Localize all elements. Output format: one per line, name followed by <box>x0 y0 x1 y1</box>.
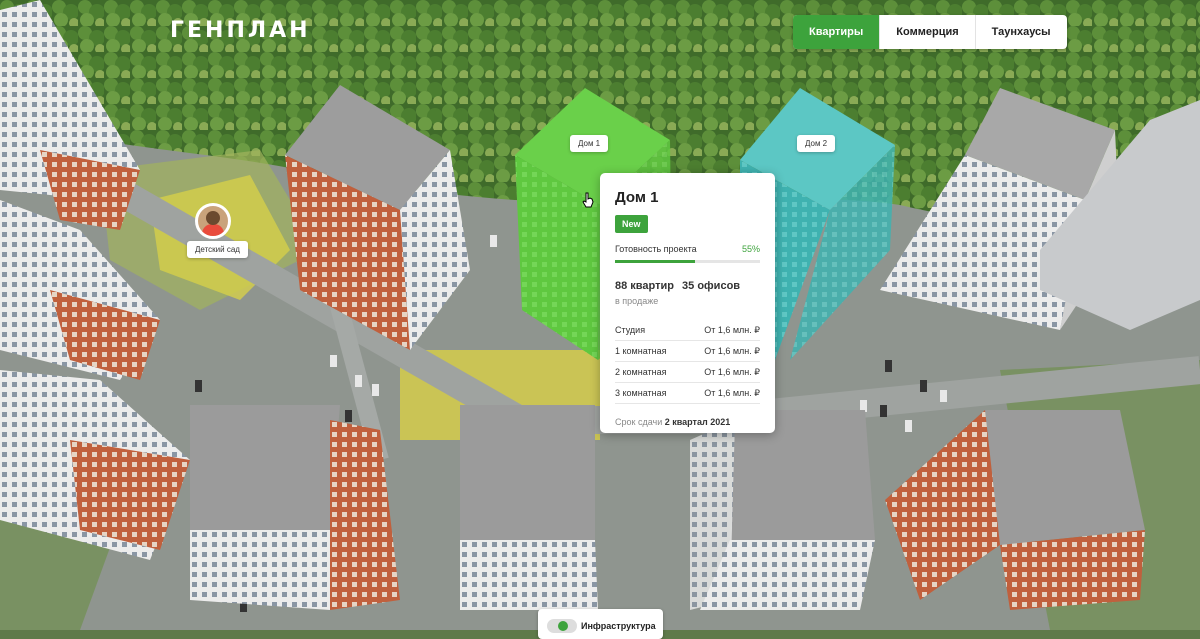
on-sale-label: в продаже <box>615 296 659 306</box>
completion-date: Срок сдачи 2 квартал 2021 <box>615 417 760 427</box>
category-tabs: Квартиры Коммерция Таунхаусы <box>793 15 1067 49</box>
marker-house-2[interactable]: Дом 2 <box>797 135 836 152</box>
apartment-type: 3 комнатная <box>615 388 667 398</box>
price-row[interactable]: 1 комнатная От 1,6 млн. ₽ <box>615 341 760 362</box>
readiness-label: Готовность проекта <box>615 244 697 254</box>
price-row[interactable]: Студия От 1,6 млн. ₽ <box>615 320 760 341</box>
infrastructure-toggle[interactable]: Инфраструктура <box>538 609 663 639</box>
logo[interactable]: ГЕНПЛАН <box>170 18 311 43</box>
completion-value: 2 квартал 2021 <box>664 417 731 427</box>
apartment-price: От 1,6 млн. ₽ <box>704 325 760 335</box>
kindergarten-avatar-icon[interactable] <box>195 203 231 239</box>
readiness-progress-fill <box>615 260 695 263</box>
apartments-count: 88 квартир <box>615 280 674 292</box>
apartment-price: От 1,6 млн. ₽ <box>704 346 760 356</box>
price-row[interactable]: 2 комнатная От 1,6 млн. ₽ <box>615 362 760 383</box>
new-badge: New <box>615 215 648 233</box>
card-title: Дом 1 <box>615 189 659 206</box>
readiness-row: Готовность проекта 55% <box>615 244 760 254</box>
readiness-value: 55% <box>741 244 760 254</box>
apartment-type: 2 комнатная <box>615 367 667 377</box>
apartment-type: 1 комнатная <box>615 346 667 356</box>
house-info-card: Дом 1 New Готовность проекта 55% 88 квар… <box>600 173 775 433</box>
apartment-type: Студия <box>615 325 646 335</box>
hand-cursor-icon <box>582 192 594 208</box>
price-row[interactable]: 3 комнатная От 1,6 млн. ₽ <box>615 383 760 404</box>
tab-commercial[interactable]: Коммерция <box>879 15 974 49</box>
offices-count: 35 офисов <box>682 280 741 292</box>
tab-townhouses[interactable]: Таунхаусы <box>974 15 1067 49</box>
marker-house-1[interactable]: Дом 1 <box>570 135 609 152</box>
tab-apartments[interactable]: Квартиры <box>793 15 880 49</box>
completion-label: Срок сдачи <box>615 417 663 427</box>
price-list: Студия От 1,6 млн. ₽ 1 комнатная От 1,6 … <box>615 320 760 404</box>
counts-row: 88 квартир 35 офисов <box>615 280 760 292</box>
marker-kindergarten[interactable]: Детский сад <box>187 241 248 258</box>
apartment-price: От 1,6 млн. ₽ <box>704 367 760 377</box>
apartment-price: От 1,6 млн. ₽ <box>704 388 760 398</box>
readiness-progress-bar <box>615 260 760 263</box>
